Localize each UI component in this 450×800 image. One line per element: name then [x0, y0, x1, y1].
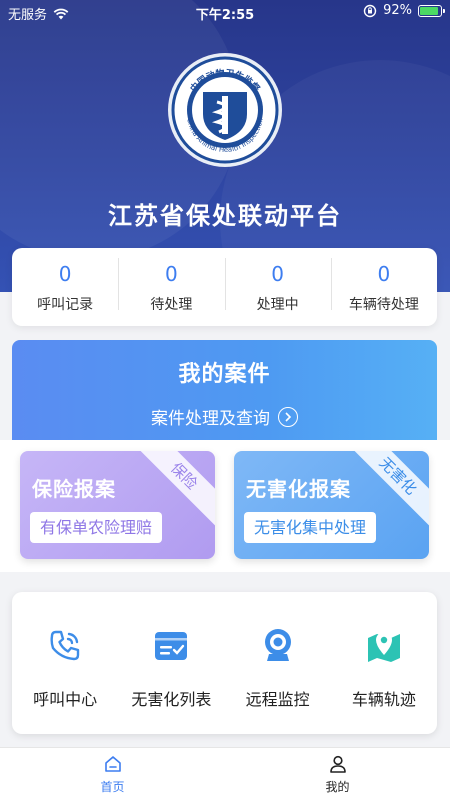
battery-icon [418, 4, 445, 17]
stat-vehicle-pending[interactable]: 0 车辆待处理 [330, 248, 437, 326]
tab-mine-label: 我的 [325, 780, 350, 794]
stats-card: 0 呼叫记录 0 待处理 0 处理中 0 车辆待处理 [12, 248, 437, 326]
tab-home-label: 首页 [100, 780, 125, 794]
function-grid: 呼叫中心 无害化列表 远程监控 车辆轨迹 [12, 592, 437, 734]
harmless-list-button[interactable]: 无害化列表 [118, 592, 224, 734]
insurance-report-title: 保险报案 [32, 477, 116, 501]
vehicle-track-label: 车辆轨迹 [351, 690, 416, 709]
case-query-label: 案件处理及查询 [151, 409, 270, 429]
harmless-list-label: 无害化列表 [131, 690, 212, 709]
stat-value: 0 [271, 262, 284, 286]
call-center-button[interactable]: 呼叫中心 [12, 592, 118, 734]
stat-call-records[interactable]: 0 呼叫记录 [12, 248, 118, 326]
harmless-report-card[interactable]: 无害化 无害化报案 无害化集中处理 [234, 451, 429, 559]
home-icon [104, 756, 121, 772]
my-cases-title: 我的案件 [178, 362, 271, 387]
insurance-claim-button[interactable]: 有保单农险理赔 [30, 512, 163, 543]
insurance-report-card[interactable]: 保险 保险报案 有保单农险理赔 [20, 451, 215, 559]
call-center-label: 呼叫中心 [33, 690, 98, 709]
stat-value: 0 [377, 262, 391, 286]
stat-label: 呼叫记录 [37, 297, 94, 313]
chevron-right-icon [278, 406, 298, 427]
stat-pending[interactable]: 0 待处理 [118, 248, 224, 326]
tab-mine[interactable]: 我的 [225, 748, 450, 800]
list-check-icon [155, 632, 188, 660]
report-section: 保险 保险报案 有保单农险理赔 无害化 无害化报案 无害化集中处理 [0, 440, 450, 572]
battery-fill [420, 6, 439, 15]
battery-percent: 92% [383, 3, 412, 18]
stat-processing[interactable]: 0 处理中 [224, 248, 331, 326]
emblem-logo: 中国动物卫生监督 China Animal Health Inspection [168, 53, 282, 167]
stat-label: 待处理 [150, 297, 193, 313]
vehicle-track-button[interactable]: 车辆轨迹 [331, 592, 437, 734]
case-query-link[interactable]: 案件处理及查询 [151, 404, 298, 429]
user-icon [329, 755, 346, 773]
harmless-report-title: 无害化报案 [246, 477, 351, 501]
webcam-icon [264, 629, 291, 661]
my-cases-banner[interactable]: 我的案件 案件处理及查询 [12, 340, 437, 440]
harmless-processing-button[interactable]: 无害化集中处理 [244, 512, 377, 543]
tab-bar: 首页 我的 [0, 747, 450, 800]
phone-call-icon [50, 630, 80, 661]
rotation-lock-icon [363, 4, 377, 17]
remote-monitor-label: 远程监控 [245, 690, 310, 709]
stat-label: 处理中 [256, 297, 299, 313]
map-pin-icon [367, 632, 400, 662]
remote-monitor-button[interactable]: 远程监控 [225, 592, 331, 734]
stat-value: 0 [58, 262, 72, 286]
tab-home[interactable]: 首页 [0, 748, 225, 800]
stat-value: 0 [165, 262, 178, 286]
status-bar: 无服务 下午2:55 92% [0, 0, 450, 24]
stat-label: 车辆待处理 [348, 297, 419, 313]
app-title: 江苏省保处联动平台 [108, 202, 342, 230]
